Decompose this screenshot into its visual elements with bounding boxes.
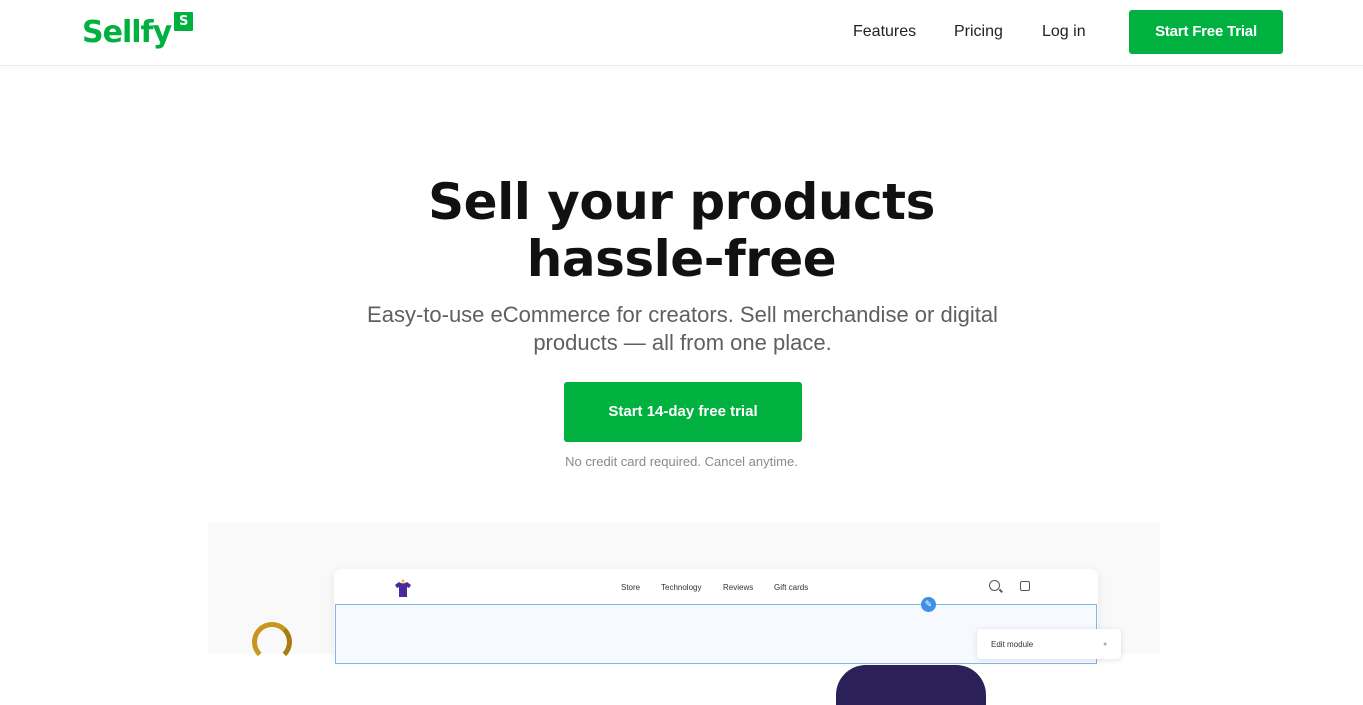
search-icon [989,580,1000,591]
mock-nav-gift-cards: Gift cards [774,583,809,592]
close-icon: ● [1103,641,1108,648]
nav-link-login[interactable]: Log in [1042,22,1086,42]
start-14-day-trial-button[interactable]: Start 14-day free trial [564,382,802,442]
mock-nav-technology: Technology [661,583,702,592]
top-nav: Sellfy S Features Pricing Log in Start F… [0,0,1363,66]
edit-module-label: Edit module [991,640,1034,649]
bag-handle-image [252,622,292,662]
hero-subtitle: Easy-to-use eCommerce for creators. Sell… [367,302,998,355]
logo[interactable]: Sellfy S [82,12,194,56]
nav-link-pricing[interactable]: Pricing [954,22,1003,42]
pencil-icon: ✎ [921,597,936,612]
tshirt-icon [395,579,411,597]
start-free-trial-button[interactable]: Start Free Trial [1129,10,1283,54]
logo-badge-icon: S [174,12,194,31]
hero-title: Sell your products hassle-free [0,174,1363,288]
mock-nav-store: Store [621,583,641,592]
hero-note: No credit card required. Cancel anytime. [565,454,798,469]
mock-nav-reviews: Reviews [723,583,754,592]
hero-title-line1: Sell your products [428,173,935,231]
logo-text: Sellfy [82,15,172,50]
edit-module-panel: Edit module ● [977,629,1121,659]
tshirt-image [836,665,986,705]
hero-title-line2: hassle-free [526,230,837,288]
cart-icon [1020,581,1030,591]
nav-link-features[interactable]: Features [853,22,916,42]
